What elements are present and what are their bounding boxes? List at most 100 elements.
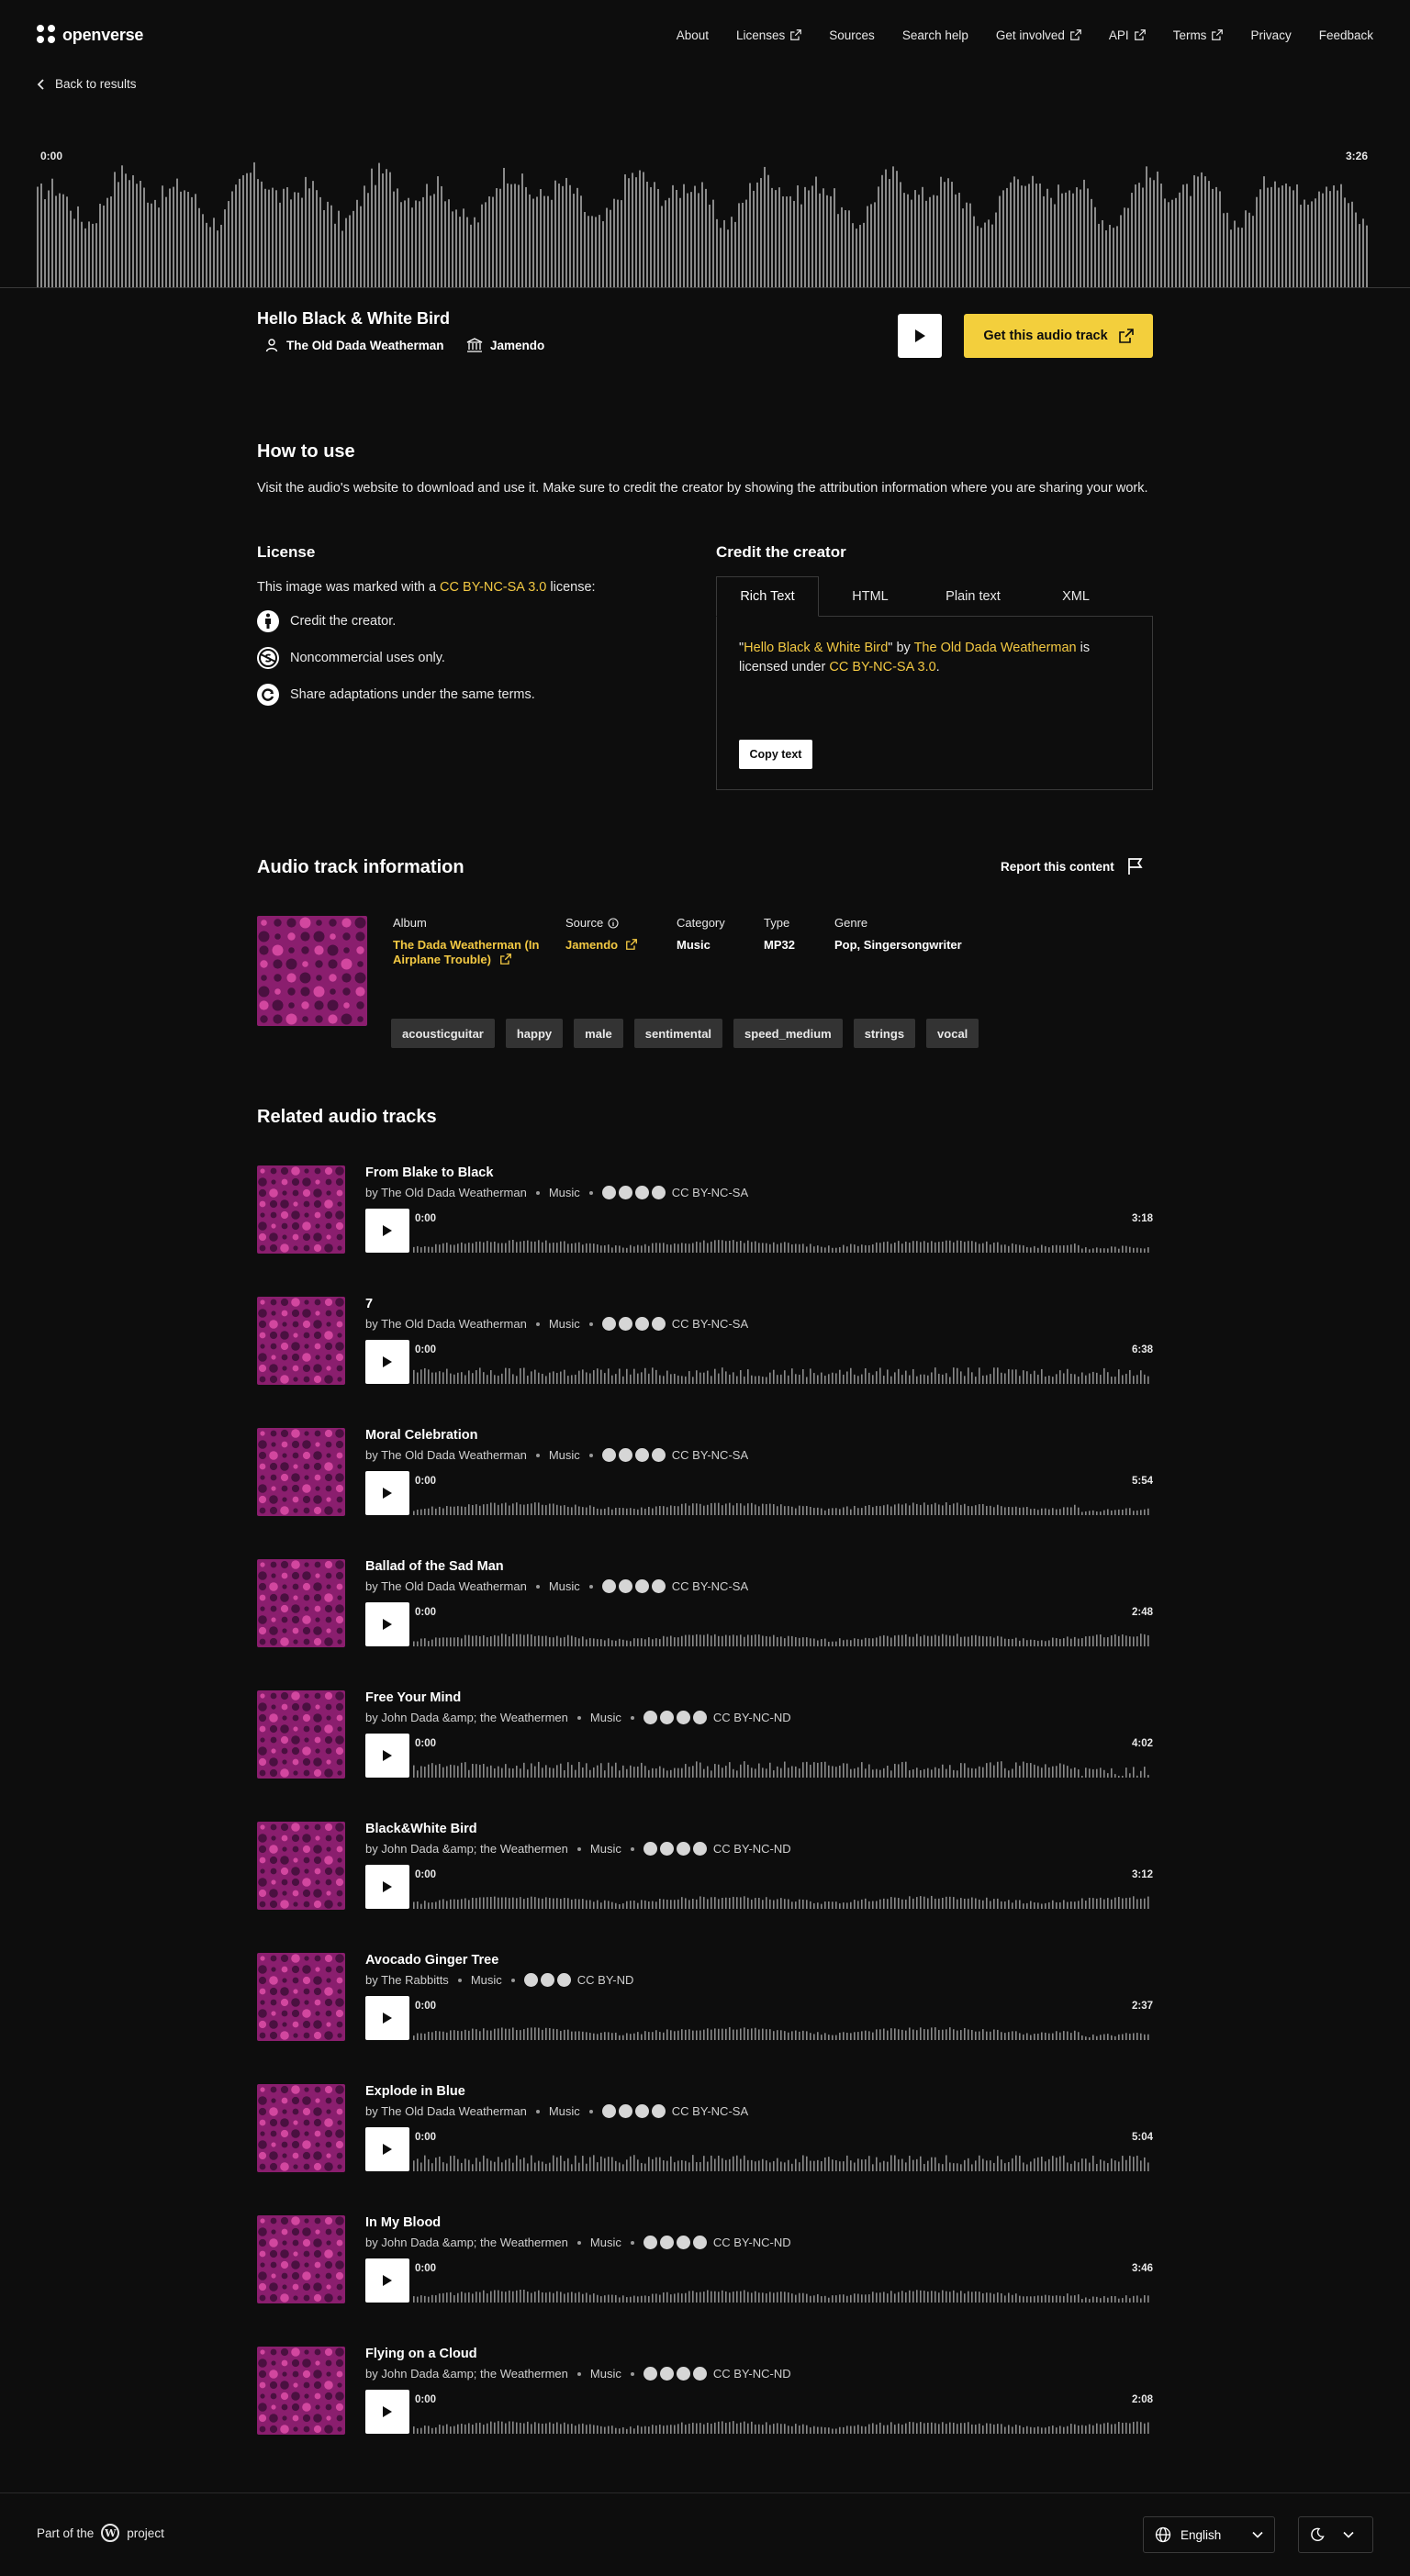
play-button[interactable] bbox=[365, 1996, 409, 2040]
related-track[interactable]: Flying on a Cloud by John Dada &amp; the … bbox=[257, 2347, 1153, 2435]
tag-chip[interactable]: sentimental bbox=[633, 1019, 723, 1048]
waveform-bar bbox=[586, 1507, 588, 1515]
tag-chip[interactable]: acousticguitar bbox=[391, 1019, 495, 1048]
play-button[interactable] bbox=[365, 1209, 409, 1253]
related-track-waveform[interactable] bbox=[413, 1340, 1153, 1384]
related-track-title[interactable]: 7 bbox=[365, 1297, 373, 1311]
related-track-waveform[interactable] bbox=[413, 1996, 1153, 2040]
license-link[interactable]: CC BY-NC-SA 3.0 bbox=[440, 580, 546, 595]
related-track-waveform[interactable] bbox=[413, 1209, 1153, 1253]
waveform-bar bbox=[476, 2029, 477, 2040]
related-track-title[interactable]: Flying on a Cloud bbox=[365, 2347, 477, 2361]
related-track-license: CC BY-NC-ND bbox=[712, 1711, 791, 1724]
related-track-title[interactable]: Black&White Bird bbox=[365, 1822, 477, 1836]
play-button[interactable] bbox=[365, 1471, 409, 1515]
waveform-bar bbox=[1019, 1507, 1021, 1515]
language-select[interactable]: English bbox=[1143, 2516, 1275, 2553]
related-track-waveform[interactable] bbox=[413, 1471, 1153, 1515]
waveform-bar bbox=[854, 1900, 856, 1909]
related-track-waveform[interactable] bbox=[413, 2127, 1153, 2171]
related-track[interactable]: Explode in Blue by The Old Dada Weatherma… bbox=[257, 2084, 1153, 2172]
related-track-waveform[interactable] bbox=[413, 2258, 1153, 2303]
waveform-bar bbox=[1074, 1243, 1076, 1253]
audio-waveform[interactable] bbox=[37, 145, 1370, 288]
tab-html[interactable]: HTML bbox=[819, 576, 922, 617]
wordpress-icon[interactable]: W bbox=[101, 2524, 120, 2542]
nav-link-search-help[interactable]: Search help bbox=[902, 28, 968, 42]
play-button[interactable] bbox=[898, 314, 942, 358]
back-to-results-link[interactable]: Back to results bbox=[37, 77, 137, 91]
related-track[interactable]: 7 by The Old Dada Weatherman Music CC BY-NC… bbox=[257, 1297, 1153, 1385]
related-track-waveform[interactable] bbox=[413, 1865, 1153, 1909]
related-track-title[interactable]: Moral Celebration bbox=[365, 1428, 477, 1443]
info-icon[interactable] bbox=[608, 917, 619, 929]
waveform-bar bbox=[968, 2291, 969, 2303]
related-track[interactable]: In My Blood by John Dada &amp; the Weathe… bbox=[257, 2215, 1153, 2303]
external-link-icon bbox=[1212, 29, 1224, 40]
waveform-bar bbox=[1037, 2034, 1039, 2040]
waveform-bar bbox=[652, 1768, 654, 1778]
play-button[interactable] bbox=[365, 1340, 409, 1384]
album-link[interactable]: The Dada Weatherman (In Airplane Trouble… bbox=[393, 938, 539, 966]
credit-creator-link[interactable]: The Old Dada Weatherman bbox=[914, 641, 1077, 655]
waveform-bar bbox=[894, 2028, 896, 2040]
related-track[interactable]: Moral Celebration by The Old Dada Weather… bbox=[257, 1428, 1153, 1516]
related-track-title[interactable]: In My Blood bbox=[365, 2215, 441, 2230]
waveform-bar bbox=[683, 184, 685, 288]
tab-rich-text[interactable]: Rich Text bbox=[716, 576, 819, 617]
waveform-bar bbox=[538, 1898, 540, 1909]
related-track-title[interactable]: From Blake to Black bbox=[365, 1165, 493, 1180]
separator-dot bbox=[535, 1190, 540, 1195]
related-track[interactable]: Free Your Mind by John Dada &amp; the Wea… bbox=[257, 1690, 1153, 1779]
play-button[interactable] bbox=[365, 2258, 409, 2303]
related-track-waveform[interactable] bbox=[413, 1734, 1153, 1778]
report-content-button[interactable]: Report this content bbox=[1001, 857, 1144, 875]
waveform-bar bbox=[1074, 2030, 1076, 2040]
play-button[interactable] bbox=[365, 2127, 409, 2171]
credit-title-link[interactable]: Hello Black & White Bird bbox=[744, 641, 888, 655]
tag-chip[interactable]: vocal bbox=[926, 1019, 979, 1048]
nav-link-sources[interactable]: Sources bbox=[829, 28, 875, 42]
related-track-waveform[interactable] bbox=[413, 1602, 1153, 1646]
waveform-bar bbox=[608, 1368, 610, 1384]
copy-text-button[interactable]: Copy text bbox=[739, 740, 812, 769]
tag-list: acousticguitar happy male sentimental speed_… bbox=[391, 1019, 979, 1048]
site-header: openverse About Licenses Sources Search hel… bbox=[0, 0, 1410, 70]
waveform-bar bbox=[446, 1243, 448, 1253]
nav-link-about[interactable]: About bbox=[677, 28, 709, 42]
related-track[interactable]: From Blake to Black by The Old Dada Weath… bbox=[257, 1165, 1153, 1254]
play-button[interactable] bbox=[365, 1734, 409, 1778]
creator-link[interactable]: The Old Dada Weatherman bbox=[264, 338, 444, 352]
tab-plain-text[interactable]: Plain text bbox=[922, 576, 1024, 617]
nav-link-terms[interactable]: Terms bbox=[1173, 28, 1224, 42]
related-track-creator: by John Dada &amp; the Weathermen bbox=[365, 1842, 568, 1856]
tag-chip[interactable]: strings bbox=[853, 1019, 916, 1048]
source-value-link[interactable]: Jamendo bbox=[565, 938, 637, 952]
tag-chip[interactable]: male bbox=[574, 1019, 623, 1048]
tag-chip[interactable]: speed_medium bbox=[733, 1019, 843, 1048]
related-track-title[interactable]: Avocado Ginger Tree bbox=[365, 1953, 498, 1968]
nav-link-licenses[interactable]: Licenses bbox=[736, 28, 802, 42]
waveform-bar bbox=[1089, 1897, 1091, 1909]
nav-link-api[interactable]: API bbox=[1109, 28, 1146, 42]
related-track[interactable]: Ballad of the Sad Man by The Old Dada Wea… bbox=[257, 1559, 1153, 1647]
openverse-logo[interactable]: openverse bbox=[37, 25, 143, 45]
nav-link-privacy[interactable]: Privacy bbox=[1250, 28, 1291, 42]
related-track-waveform[interactable] bbox=[413, 2390, 1153, 2434]
theme-select[interactable] bbox=[1298, 2516, 1373, 2553]
tab-xml[interactable]: XML bbox=[1024, 576, 1127, 617]
play-button[interactable] bbox=[365, 2390, 409, 2434]
related-track-title[interactable]: Ballad of the Sad Man bbox=[365, 1559, 504, 1574]
play-button[interactable] bbox=[365, 1602, 409, 1646]
related-track[interactable]: Black&White Bird by John Dada &amp; the W… bbox=[257, 1822, 1153, 1910]
play-button[interactable] bbox=[365, 1865, 409, 1909]
credit-license-link[interactable]: CC BY-NC-SA 3.0 bbox=[829, 660, 935, 675]
get-audio-track-button[interactable]: Get this audio track bbox=[964, 314, 1153, 358]
nav-link-feedback[interactable]: Feedback bbox=[1319, 28, 1373, 42]
related-track[interactable]: Avocado Ginger Tree by The Rabbitts Music C… bbox=[257, 1953, 1153, 2041]
related-track-title[interactable]: Explode in Blue bbox=[365, 2084, 465, 2099]
tag-chip[interactable]: happy bbox=[505, 1019, 564, 1048]
related-track-title[interactable]: Free Your Mind bbox=[365, 1690, 461, 1705]
source-link[interactable]: Jamendo bbox=[466, 338, 544, 352]
nav-link-get-involved[interactable]: Get involved bbox=[996, 28, 1081, 42]
